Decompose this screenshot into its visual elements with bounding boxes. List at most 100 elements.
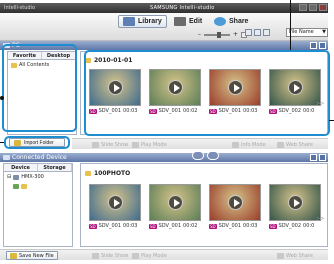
sort-value: File Name: [289, 29, 314, 35]
expand-icon[interactable]: ⊟: [7, 174, 11, 180]
info-mode-button[interactable]: Info Mode: [232, 140, 266, 149]
camcorder-icon: [13, 174, 20, 180]
callout-leader-line: [290, 0, 291, 50]
play-icon: [132, 141, 139, 148]
video-thumbnail[interactable]: [89, 184, 141, 221]
zoom-out-icon[interactable]: –: [198, 31, 201, 38]
panel-close-button[interactable]: [319, 42, 326, 49]
web-share-button[interactable]: Web Share: [277, 251, 313, 260]
memory-card-icon: [13, 184, 19, 189]
library-action-bar: Slide Show Play Mode Info Mode Web Share: [72, 138, 328, 149]
list-view-icon[interactable]: [254, 29, 261, 36]
file-duration: 00:03: [123, 223, 138, 229]
tab-storage[interactable]: Storage: [38, 164, 72, 171]
play-icon[interactable]: [228, 195, 243, 210]
info-icon: [232, 141, 239, 148]
main-toolbar: Library Edit Share – + File Name ▼: [0, 13, 328, 41]
device-name: HMX-300: [21, 174, 44, 180]
file-duration: 00:03: [243, 223, 258, 229]
panel-close-button[interactable]: [319, 154, 326, 161]
grid-view-icon[interactable]: [245, 29, 252, 36]
sd-badge: SD: [269, 223, 277, 229]
view-mode-icons: [245, 29, 270, 36]
sd-badge: SD: [149, 223, 157, 229]
edit-button[interactable]: Edit: [170, 15, 206, 28]
folder-group-title: 100PHOTO: [94, 170, 131, 177]
tab-device[interactable]: Device: [4, 164, 38, 171]
camera-icon: [3, 155, 10, 160]
save-file-icon: [10, 252, 17, 259]
collapse-down-button[interactable]: [207, 151, 219, 160]
globe-icon: [214, 17, 226, 26]
share-button[interactable]: Share: [210, 15, 252, 28]
file-name: SDV_001: [158, 223, 182, 229]
share-label: Share: [229, 18, 249, 25]
thumbnail-caption: SD SDV_001 00:03: [89, 223, 147, 229]
play-icon[interactable]: [168, 195, 183, 210]
edit-label: Edit: [189, 18, 203, 25]
callout-dot: [0, 96, 4, 100]
file-duration: 00:0: [303, 223, 315, 229]
zoom-control[interactable]: – +: [198, 31, 248, 38]
device-panel-bar: Connected Device: [0, 153, 328, 162]
panel-minimize-button[interactable]: [310, 42, 317, 49]
device-panel-title: Connected Device: [12, 154, 67, 161]
thumbnail-caption: SD SDV_001 00:03: [209, 223, 267, 229]
device-action-bar: Save New File Slide Show Play Mode Web S…: [0, 249, 328, 260]
sd-badge: SD: [209, 223, 217, 229]
tree-item-device[interactable]: ⊟ HMX-300: [4, 172, 72, 182]
folder-icon: [21, 184, 27, 189]
file-name: SDV_001: [98, 223, 122, 229]
video-thumbnail[interactable]: [269, 184, 321, 221]
content-callout-frame: [84, 50, 330, 136]
collapse-up-button[interactable]: [192, 151, 204, 160]
close-button[interactable]: [319, 4, 327, 11]
edit-icon: [174, 17, 186, 26]
detail-view-icon[interactable]: [263, 29, 270, 36]
web-share-icon: [277, 252, 284, 259]
library-icon: [123, 17, 135, 26]
slide-show-button[interactable]: Slide Show: [92, 251, 128, 260]
save-new-file-button[interactable]: Save New File: [6, 251, 58, 260]
library-button[interactable]: Library: [118, 15, 167, 28]
video-thumbnail[interactable]: [209, 184, 261, 221]
play-mode-button[interactable]: Play Mode: [132, 140, 167, 149]
sort-dropdown[interactable]: File Name ▼: [286, 28, 328, 37]
play-icon: [132, 252, 139, 259]
thumbnail-caption: SD SDV_002 00:0: [269, 223, 327, 229]
zoom-in-icon[interactable]: +: [233, 31, 238, 38]
slide-show-button[interactable]: Slide Show: [92, 140, 128, 149]
file-duration: 00:02: [183, 223, 198, 229]
video-thumbnail[interactable]: [149, 184, 201, 221]
sd-badge: SD: [89, 223, 97, 229]
callout-leader-line: [0, 142, 4, 143]
thumbnail-caption: SD SDV_001 00:02: [149, 223, 207, 229]
play-icon[interactable]: [288, 195, 303, 210]
more-indicator: >>: [316, 216, 325, 222]
web-share-button[interactable]: Web Share: [277, 140, 313, 149]
tree-item-storage[interactable]: [4, 182, 72, 191]
library-label: Library: [138, 18, 162, 25]
app-title: Intelli-studio: [4, 5, 36, 11]
slideshow-icon: [92, 141, 99, 148]
device-tree-panel: Device Storage ⊟ HMX-300: [3, 163, 73, 247]
brand-title: SAMSUNG Intelli-studio: [150, 5, 215, 11]
chevron-down-icon: ▼: [322, 29, 326, 35]
title-bar: Intelli-studio SAMSUNG Intelli-studio: [0, 3, 328, 13]
minimize-button[interactable]: [299, 4, 307, 11]
slideshow-icon: [92, 252, 99, 259]
file-name: SDV_001: [218, 223, 242, 229]
folder-group-header: 100PHOTO: [85, 169, 130, 178]
file-name: SDV_002: [278, 223, 302, 229]
device-content-area: 100PHOTO SD SDV_001 00:03 SD SDV_001 00:02 SD S…: [80, 163, 328, 247]
callout-leader-line: [329, 120, 334, 121]
web-share-icon: [277, 141, 284, 148]
maximize-button[interactable]: [309, 4, 317, 11]
panel-minimize-button[interactable]: [310, 154, 317, 161]
folder-icon: [85, 171, 91, 176]
play-icon[interactable]: [108, 195, 123, 210]
play-mode-button[interactable]: Play Mode: [132, 251, 167, 260]
favorites-callout-frame: [2, 44, 77, 132]
import-callout-frame: [4, 136, 70, 149]
zoom-slider[interactable]: [204, 31, 230, 38]
